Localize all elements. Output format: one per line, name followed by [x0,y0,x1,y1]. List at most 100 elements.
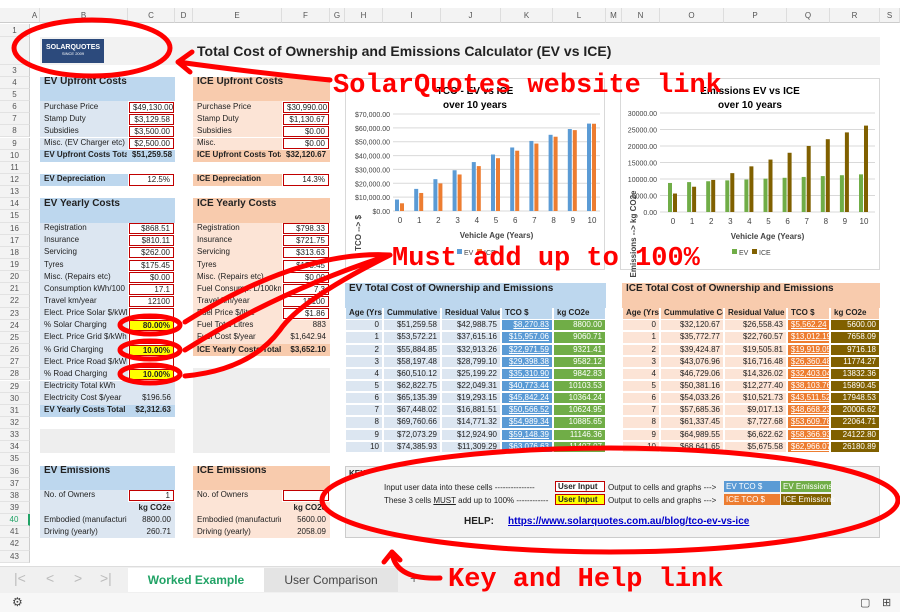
row-header-6[interactable]: 6 [0,101,30,114]
row-header-43[interactable]: 43 [0,550,30,563]
row-header-18[interactable]: 18 [0,246,30,259]
ice-upfront-input[interactable]: $1,130.67 [283,113,329,125]
ev-upfront-input[interactable]: $3,500.00 [129,125,174,137]
row-header-12[interactable]: 12 [0,173,30,187]
normal-view-icon[interactable]: ⊞ [882,596,891,609]
ice-upfront-input[interactable]: $0.00 [283,125,329,137]
ice-yearly-input[interactable]: $721.75 [283,235,329,247]
ice-yearly-input[interactable]: $1.86 [283,308,329,320]
row-header-42[interactable]: 42 [0,538,30,551]
column-header-C[interactable]: C [128,8,175,23]
row-header-19[interactable]: 19 [0,259,30,272]
row-header-10[interactable]: 10 [0,149,30,162]
column-header-B[interactable]: B [40,8,128,23]
ev-yearly-input[interactable]: 80.00% [129,320,174,332]
ice-depreciation-input[interactable]: 14.3% [283,174,329,186]
row-header-39[interactable]: 39 [0,502,30,515]
chart-1[interactable] [620,78,880,270]
ice-owners-input[interactable] [283,490,329,502]
row-header-33[interactable]: 33 [0,429,30,442]
row-header-35[interactable]: 35 [0,453,30,466]
column-header-I[interactable]: I [383,8,441,23]
accessibility-icon[interactable]: ⚙ [12,595,23,609]
add-sheet-button[interactable]: + [410,570,418,586]
next-sheet-button[interactable]: > [74,570,82,586]
ev-yearly-input[interactable]: 10.00% [129,344,174,356]
column-header-Q[interactable]: Q [787,8,830,23]
column-header-G[interactable]: G [330,8,345,23]
row-header-31[interactable]: 31 [0,404,30,417]
ev-yearly-input[interactable] [129,332,174,344]
row-header-11[interactable]: 11 [0,161,30,174]
row-header-41[interactable]: 41 [0,526,30,539]
ev-yearly-input[interactable]: 10.00% [129,368,174,380]
ev-yearly-input[interactable] [129,308,174,320]
ice-upfront-input[interactable]: $30,990.00 [283,101,329,113]
row-header-13[interactable]: 13 [0,186,30,199]
ev-upfront-input[interactable]: $3,129.58 [129,113,174,125]
row-header-20[interactable]: 20 [0,271,30,284]
ev-depreciation-input[interactable]: 12.5% [129,174,174,186]
ev-yearly-input[interactable]: $810.11 [129,235,174,247]
row-header-16[interactable]: 16 [0,222,30,235]
ice-yearly-input[interactable]: $0.00 [283,271,329,283]
ev-yearly-input[interactable]: $175.45 [129,259,174,271]
solarquotes-logo-link[interactable]: SOLARQUOTES SINCE 2009 [42,39,104,63]
help-link[interactable]: https://www.solarquotes.com.au/blog/tco-… [508,516,749,527]
column-header-K[interactable]: K [501,8,553,23]
row-header-30[interactable]: 30 [0,392,30,405]
row-header-37[interactable]: 37 [0,477,30,490]
row-header-7[interactable]: 7 [0,113,30,126]
row-header-17[interactable]: 17 [0,234,30,247]
row-header-32[interactable]: 32 [0,416,30,430]
row-header-14[interactable]: 14 [0,198,30,211]
row-header-9[interactable]: 9 [0,137,30,150]
ice-yearly-input[interactable]: 12100 [283,295,329,308]
row-header-3[interactable]: 3 [0,64,30,77]
column-header-D[interactable]: D [175,8,193,23]
row-header-29[interactable]: 29 [0,380,30,393]
column-header-R[interactable]: R [830,8,880,23]
column-header-H[interactable]: H [345,8,383,23]
row-header-8[interactable]: 8 [0,125,30,138]
column-header-N[interactable]: N [622,8,660,23]
page-layout-icon[interactable]: ▢ [860,596,870,609]
ev-upfront-input[interactable]: $49,130.00 [129,101,174,113]
row-header-2[interactable]: 2 [0,37,30,65]
row-header-21[interactable]: 21 [0,283,30,296]
row-header-23[interactable]: 23 [0,307,30,320]
row-header-25[interactable]: 25 [0,331,30,345]
ice-upfront-input[interactable]: $0.00 [283,138,329,150]
ev-yearly-input[interactable]: 17.1 [129,283,174,295]
row-header-15[interactable]: 15 [0,210,30,223]
ev-owners-input[interactable]: 1 [129,490,174,502]
column-header-A[interactable]: A [30,8,40,23]
column-header-S[interactable]: S [880,8,900,23]
row-header-27[interactable]: 27 [0,356,30,369]
column-header-L[interactable]: L [553,8,606,23]
ice-yearly-input[interactable]: 7.3 [283,283,329,295]
row-header-34[interactable]: 34 [0,441,30,454]
row-header-4[interactable]: 4 [0,76,30,89]
ev-yearly-input[interactable] [129,356,174,368]
prev-sheet-button[interactable]: < [46,570,54,586]
column-header-O[interactable]: O [660,8,724,23]
first-sheet-button[interactable]: |< [14,570,26,586]
ice-yearly-input[interactable]: $313.63 [283,247,329,259]
row-header-22[interactable]: 22 [0,295,30,308]
tab-user-comparison[interactable]: User Comparison [264,568,398,592]
row-header-5[interactable]: 5 [0,88,30,102]
ev-yearly-input[interactable]: $262.00 [129,247,174,259]
chart-0[interactable] [345,78,605,270]
ev-yearly-input[interactable]: $0.00 [129,271,174,283]
row-header-24[interactable]: 24 [0,319,30,332]
row-header-40[interactable]: 40 [0,514,30,527]
column-header-M[interactable]: M [606,8,622,23]
row-header-28[interactable]: 28 [0,368,30,381]
ice-yearly-input[interactable]: $798.33 [283,223,329,235]
row-header-26[interactable]: 26 [0,344,30,357]
column-header-P[interactable]: P [724,8,787,23]
column-header-E[interactable]: E [193,8,282,23]
column-header-J[interactable]: J [441,8,501,23]
ev-yearly-input[interactable]: $868.51 [129,223,174,235]
